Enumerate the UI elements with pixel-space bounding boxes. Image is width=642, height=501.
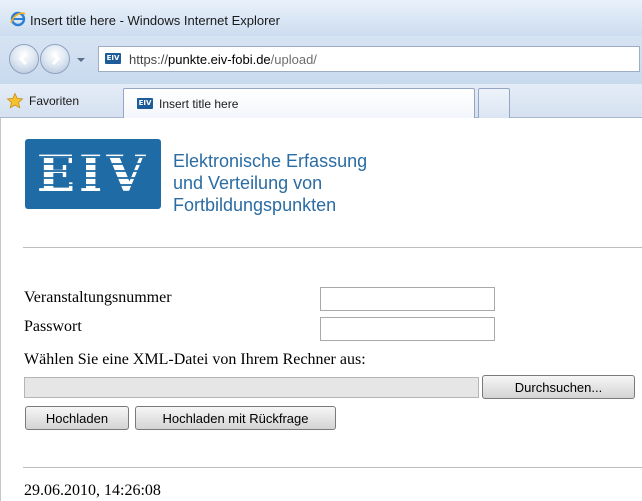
upload-button[interactable]: Hochladen <box>25 406 129 430</box>
file-path-field[interactable] <box>24 377 479 398</box>
window-titlebar: Insert title here - Windows Internet Exp… <box>0 0 642 36</box>
favorites-button[interactable]: Favoriten <box>6 90 79 112</box>
url-host: punkte.eiv-fobi.de <box>168 52 271 67</box>
site-favicon-icon: EIV <box>105 53 121 64</box>
recent-pages-dropdown-icon[interactable] <box>76 55 86 65</box>
url-scheme: https:// <box>129 52 169 67</box>
file-prompt-label: Wählen Sie eine XML-Datei von Ihrem Rech… <box>24 351 366 368</box>
footer-divider <box>23 467 642 468</box>
organization-name-line: Elektronische Erfassung <box>173 151 368 171</box>
logo-stripe <box>25 191 161 193</box>
arrow-left-icon <box>18 52 28 66</box>
password-label: Passwort <box>24 318 82 335</box>
url-text[interactable]: https://punkte.eiv-fobi.de/upload/ <box>129 52 317 67</box>
eiv-logo: EIV <box>25 139 161 209</box>
header-divider <box>23 247 642 248</box>
organization-name-line: und Verteilung von <box>173 173 323 193</box>
organization-name-line: Fortbildungspunkten <box>173 195 337 215</box>
tab-label: Insert title here <box>159 97 239 111</box>
event-number-input[interactable] <box>320 287 495 311</box>
timestamp: 29.06.2010, 14:26:08 <box>24 482 161 499</box>
window-title: Insert title here - Windows Internet Exp… <box>30 13 280 28</box>
forward-button[interactable] <box>40 44 70 74</box>
back-button[interactable] <box>9 44 39 74</box>
tab-insert-title-here[interactable]: EIV Insert title here <box>123 88 475 118</box>
navigation-bar: EIV https://punkte.eiv-fobi.de/upload/ <box>0 36 642 84</box>
logo-stripe <box>25 156 161 158</box>
favorites-bar: Favoriten EIV Insert title here <box>0 84 642 118</box>
browse-button[interactable]: Durchsuchen... <box>482 375 635 399</box>
logo-text: EIV <box>36 144 150 203</box>
upload-with-confirmation-button[interactable]: Hochladen mit Rückfrage <box>135 406 336 430</box>
star-icon <box>6 92 24 109</box>
new-tab-button[interactable] <box>478 88 510 118</box>
url-path: /upload/ <box>270 52 317 67</box>
arrow-right-icon <box>51 52 61 66</box>
logo-stripe <box>25 163 161 165</box>
password-input[interactable] <box>320 317 495 341</box>
address-bar[interactable]: EIV https://punkte.eiv-fobi.de/upload/ <box>98 46 640 72</box>
internet-explorer-icon <box>10 11 26 27</box>
favorites-label: Favoriten <box>29 94 80 108</box>
logo-stripe <box>25 170 161 172</box>
event-number-label: Veranstaltungsnummer <box>24 289 172 306</box>
logo-stripe <box>25 177 161 179</box>
organization-name: Elektronische Erfassung und Verteilung v… <box>173 150 367 216</box>
tab-favicon-icon: EIV <box>137 98 153 109</box>
page-content: EIV Elektronische Erfassung und Verteilu… <box>0 118 642 501</box>
logo-stripe <box>25 184 161 186</box>
